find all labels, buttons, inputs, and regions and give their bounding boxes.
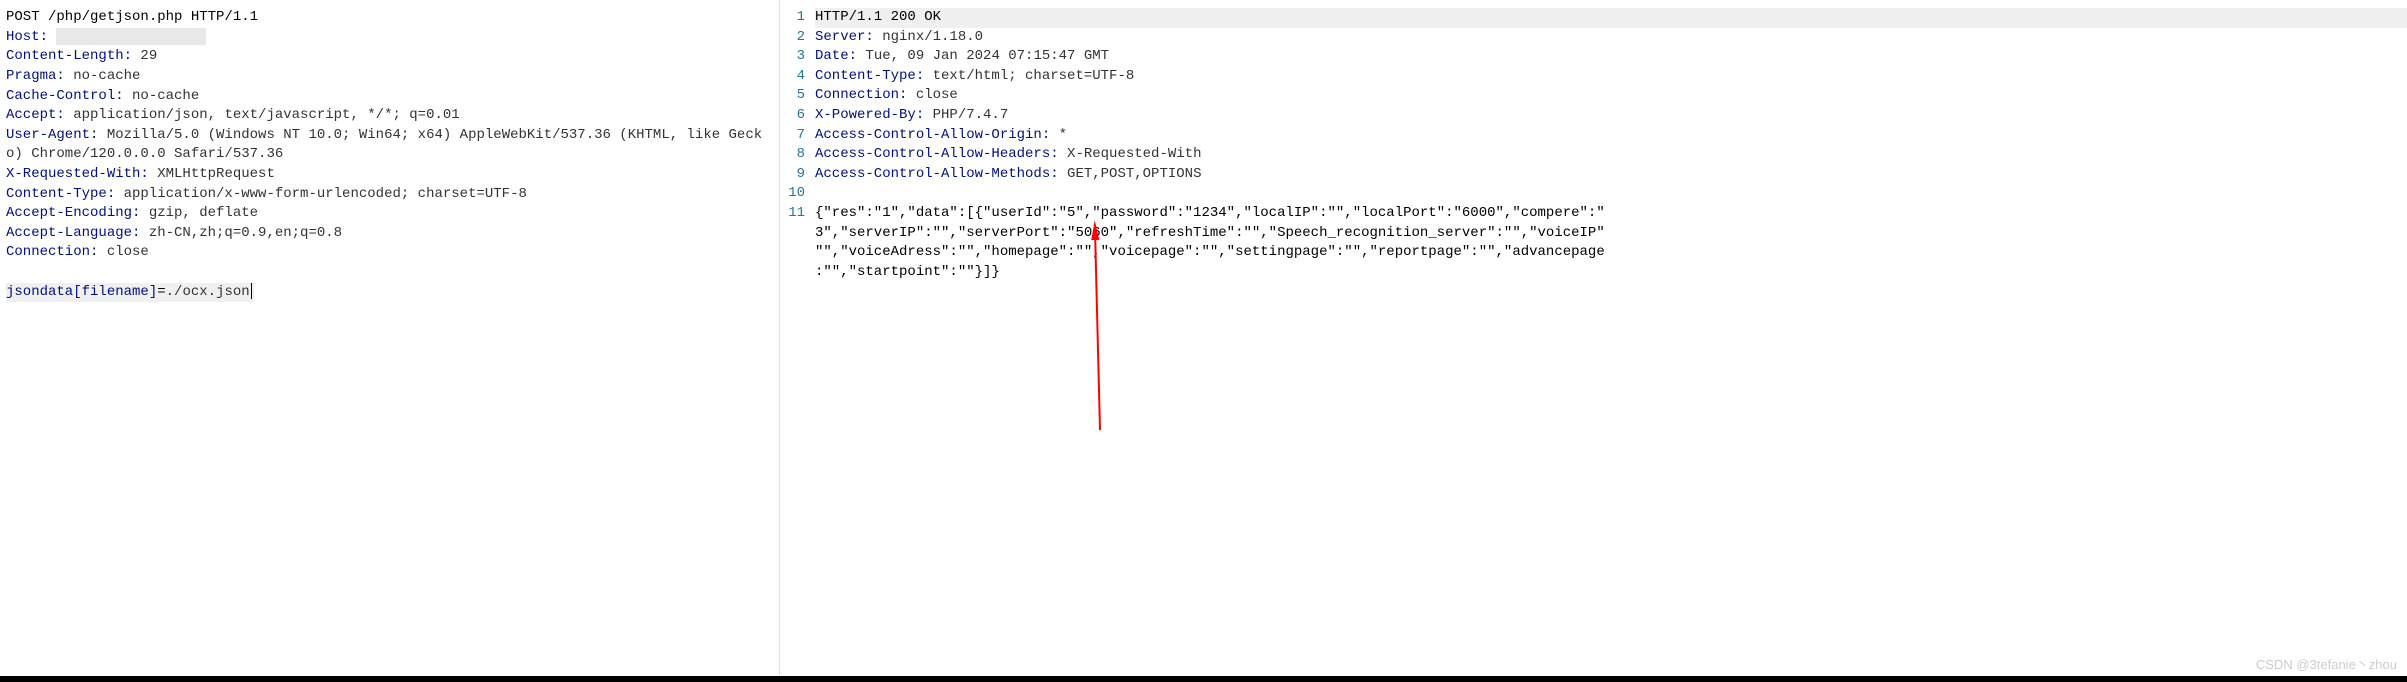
request-accept-language-line: Accept-Language: zh-CN,zh;q=0.9,en;q=0.8 (6, 224, 773, 244)
xrw-value: XMLHttpRequest (149, 166, 275, 182)
line-number: 11 (780, 204, 805, 224)
response-json-line2: 3","serverIP":"","serverPort":"5060","re… (815, 224, 2407, 244)
accept-language-value: zh-CN,zh;q=0.9,en;q=0.8 (140, 225, 342, 241)
line-number: 6 (780, 106, 805, 126)
line-number: 5 (780, 86, 805, 106)
connection-label: Connection: (6, 244, 98, 260)
request-host-line: Host: (6, 28, 773, 48)
accept-value: application/json, text/javascript, */*; … (65, 107, 460, 123)
response-content-type-line: Content-Type: text/html; charset=UTF-8 (815, 67, 2407, 87)
request-xrw-line: X-Requested-With: XMLHttpRequest (6, 165, 773, 185)
host-label: Host: (6, 29, 48, 45)
request-pragma-line: Pragma: no-cache (6, 67, 773, 87)
body-value: ./ocx.json (166, 284, 250, 300)
response-status-line: HTTP/1.1 200 OK (815, 8, 2407, 28)
accept-encoding-label: Accept-Encoding: (6, 205, 140, 221)
host-redacted (56, 28, 206, 45)
user-agent-value: Mozilla/5.0 (Windows NT 10.0; Win64; x64… (6, 127, 762, 163)
user-agent-label: User-Agent: (6, 127, 98, 143)
server-label: Server: (815, 29, 874, 45)
ac-headers-label: Access-Control-Allow-Headers: (815, 146, 1059, 162)
request-content-length-line: Content-Length: 29 (6, 47, 773, 67)
request-panel[interactable]: POST /php/getjson.php HTTP/1.1 Host: Con… (0, 0, 780, 682)
cache-control-value: no-cache (124, 88, 200, 104)
ac-methods-value: GET,POST,OPTIONS (1059, 166, 1202, 182)
response-json-line1: {"res":"1","data":[{"userId":"5","passwo… (815, 204, 2407, 224)
request-user-agent-line: User-Agent: Mozilla/5.0 (Windows NT 10.0… (6, 126, 773, 165)
pragma-value: no-cache (65, 68, 141, 84)
content-type-value: application/x-www-form-urlencoded; chars… (115, 186, 527, 202)
date-value: Tue, 09 Jan 2024 07:15:47 GMT (857, 48, 1109, 64)
resp-content-type-label: Content-Type: (815, 68, 924, 84)
line-number-gutter: 1 2 3 4 5 6 7 8 9 10 11 (780, 8, 815, 674)
ac-methods-label: Access-Control-Allow-Methods: (815, 166, 1059, 182)
response-ac-methods-line: Access-Control-Allow-Methods: GET,POST,O… (815, 165, 2407, 185)
watermark-text: CSDN @3tefanie丶zhou (2256, 656, 2397, 674)
line-number: 10 (780, 184, 805, 204)
server-value: nginx/1.18.0 (874, 29, 983, 45)
line-number: 4 (780, 67, 805, 87)
ac-origin-label: Access-Control-Allow-Origin: (815, 127, 1050, 143)
request-accept-encoding-line: Accept-Encoding: gzip, deflate (6, 204, 773, 224)
response-body: HTTP/1.1 200 OK Server: nginx/1.18.0 Dat… (815, 8, 2407, 674)
accept-label: Accept: (6, 107, 65, 123)
resp-content-type-value: text/html; charset=UTF-8 (924, 68, 1134, 84)
line-number: 8 (780, 145, 805, 165)
response-server-line: Server: nginx/1.18.0 (815, 28, 2407, 48)
ac-origin-value: * (1050, 127, 1067, 143)
bottom-black-bar (0, 676, 2407, 682)
request-content-type-line: Content-Type: application/x-www-form-url… (6, 185, 773, 205)
body-key: jsondata[filename] (6, 284, 157, 300)
response-json-line3: "","voiceAdress":"","homepage":"","voice… (815, 243, 2407, 263)
request-method-line: POST /php/getjson.php HTTP/1.1 (6, 8, 773, 28)
accept-language-label: Accept-Language: (6, 225, 140, 241)
line-number: 1 (780, 8, 805, 28)
line-number: 7 (780, 126, 805, 146)
response-ac-headers-line: Access-Control-Allow-Headers: X-Requeste… (815, 145, 2407, 165)
accept-encoding-value: gzip, deflate (140, 205, 258, 221)
content-length-label: Content-Length: (6, 48, 132, 64)
cache-control-label: Cache-Control: (6, 88, 124, 104)
resp-connection-label: Connection: (815, 87, 907, 103)
resp-connection-value: close (907, 87, 957, 103)
xpoweredby-value: PHP/7.4.7 (924, 107, 1008, 123)
response-json-line4: :"","startpoint":""}]} (815, 263, 2407, 283)
request-cache-control-line: Cache-Control: no-cache (6, 87, 773, 107)
response-date-line: Date: Tue, 09 Jan 2024 07:15:47 GMT (815, 47, 2407, 67)
xrw-label: X-Requested-With: (6, 166, 149, 182)
ac-headers-value: X-Requested-With (1059, 146, 1202, 162)
line-number: 3 (780, 47, 805, 67)
response-xpoweredby-line: X-Powered-By: PHP/7.4.7 (815, 106, 2407, 126)
content-length-value: 29 (132, 48, 157, 64)
response-panel[interactable]: 1 2 3 4 5 6 7 8 9 10 11 HTTP/1.1 200 OK … (780, 0, 2407, 682)
request-blank-line (6, 263, 773, 283)
body-equals: = (157, 284, 165, 300)
request-accept-line: Accept: application/json, text/javascrip… (6, 106, 773, 126)
line-number: 9 (780, 165, 805, 185)
response-connection-line: Connection: close (815, 86, 2407, 106)
request-connection-line: Connection: close (6, 243, 773, 263)
response-blank-line (815, 184, 2407, 204)
content-type-label: Content-Type: (6, 186, 115, 202)
pragma-label: Pragma: (6, 68, 65, 84)
connection-value: close (98, 244, 148, 260)
date-label: Date: (815, 48, 857, 64)
request-body-line[interactable]: jsondata[filename]=./ocx.json (6, 283, 254, 303)
text-cursor (251, 283, 252, 299)
line-number: 2 (780, 28, 805, 48)
response-ac-origin-line: Access-Control-Allow-Origin: * (815, 126, 2407, 146)
xpoweredby-label: X-Powered-By: (815, 107, 924, 123)
